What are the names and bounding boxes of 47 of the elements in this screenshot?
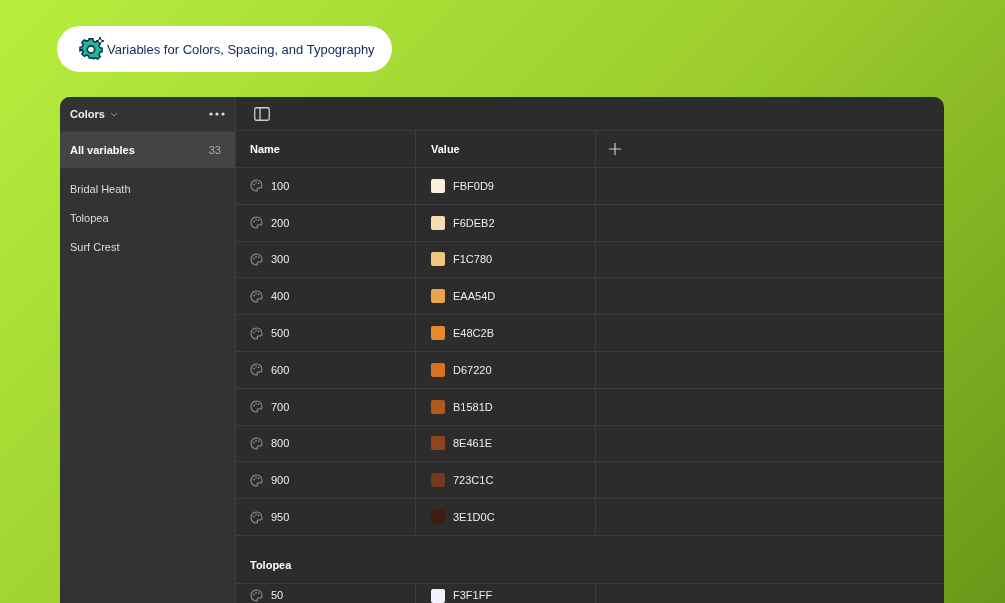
variable-name: 950 xyxy=(271,511,290,524)
badge-text: Variables for Colors, Spacing, and Typography xyxy=(107,41,375,57)
column-header: Value xyxy=(431,143,460,155)
color-value: 723C1C xyxy=(453,474,494,487)
color-value: D67220 xyxy=(453,363,492,376)
variable-name: 300 xyxy=(271,253,290,266)
gear-icon xyxy=(79,37,105,61)
sidebar-item[interactable]: Surf Crest xyxy=(60,232,235,261)
color-value: F6DEB2 xyxy=(453,216,495,229)
group-title: Tolopea xyxy=(250,558,292,571)
palette-icon xyxy=(250,436,263,450)
palette-icon xyxy=(250,253,263,266)
collection-dropdown[interactable]: Colors xyxy=(70,108,118,120)
sidebar-item[interactable]: All variables 33 xyxy=(60,132,235,168)
palette-icon xyxy=(250,510,263,524)
variable-name: 700 xyxy=(271,400,290,413)
column-header: Name xyxy=(250,143,280,155)
palette-icon xyxy=(250,400,263,414)
chevron-icon xyxy=(109,111,118,117)
variable-name: 800 xyxy=(271,437,290,450)
more-icon[interactable] xyxy=(209,112,225,116)
palette-icon xyxy=(250,588,263,602)
sidebar-toggle-icon[interactable] xyxy=(254,106,270,121)
variable-name: 200 xyxy=(271,216,290,229)
color-value: 8E461E xyxy=(453,437,493,450)
variable-name: 500 xyxy=(271,327,290,340)
palette-icon xyxy=(250,363,263,377)
palette-icon xyxy=(250,289,263,303)
color-value: FBF0D9 xyxy=(453,179,494,192)
sidebar-item[interactable]: Tolopea xyxy=(60,203,235,232)
palette-icon xyxy=(250,473,263,487)
color-value: F3F1FF xyxy=(453,588,493,601)
color-value: 3E1D0C xyxy=(453,511,495,524)
variable-name: 900 xyxy=(271,474,290,487)
color-value: EAA54D xyxy=(453,290,496,303)
variable-name: 100 xyxy=(271,179,290,192)
palette-icon xyxy=(250,179,263,193)
color-value: F1C780 xyxy=(453,253,493,266)
variable-name: 600 xyxy=(271,363,290,376)
color-value: B1581D xyxy=(453,400,493,413)
variable-name: 50 xyxy=(271,588,284,601)
variable-name: 400 xyxy=(271,290,290,303)
palette-icon xyxy=(250,326,263,340)
palette-icon xyxy=(250,216,263,230)
color-value: E48C2B xyxy=(453,327,494,340)
add-icon[interactable] xyxy=(609,143,621,155)
sidebar-item[interactable]: Bridal Heath xyxy=(60,174,235,203)
